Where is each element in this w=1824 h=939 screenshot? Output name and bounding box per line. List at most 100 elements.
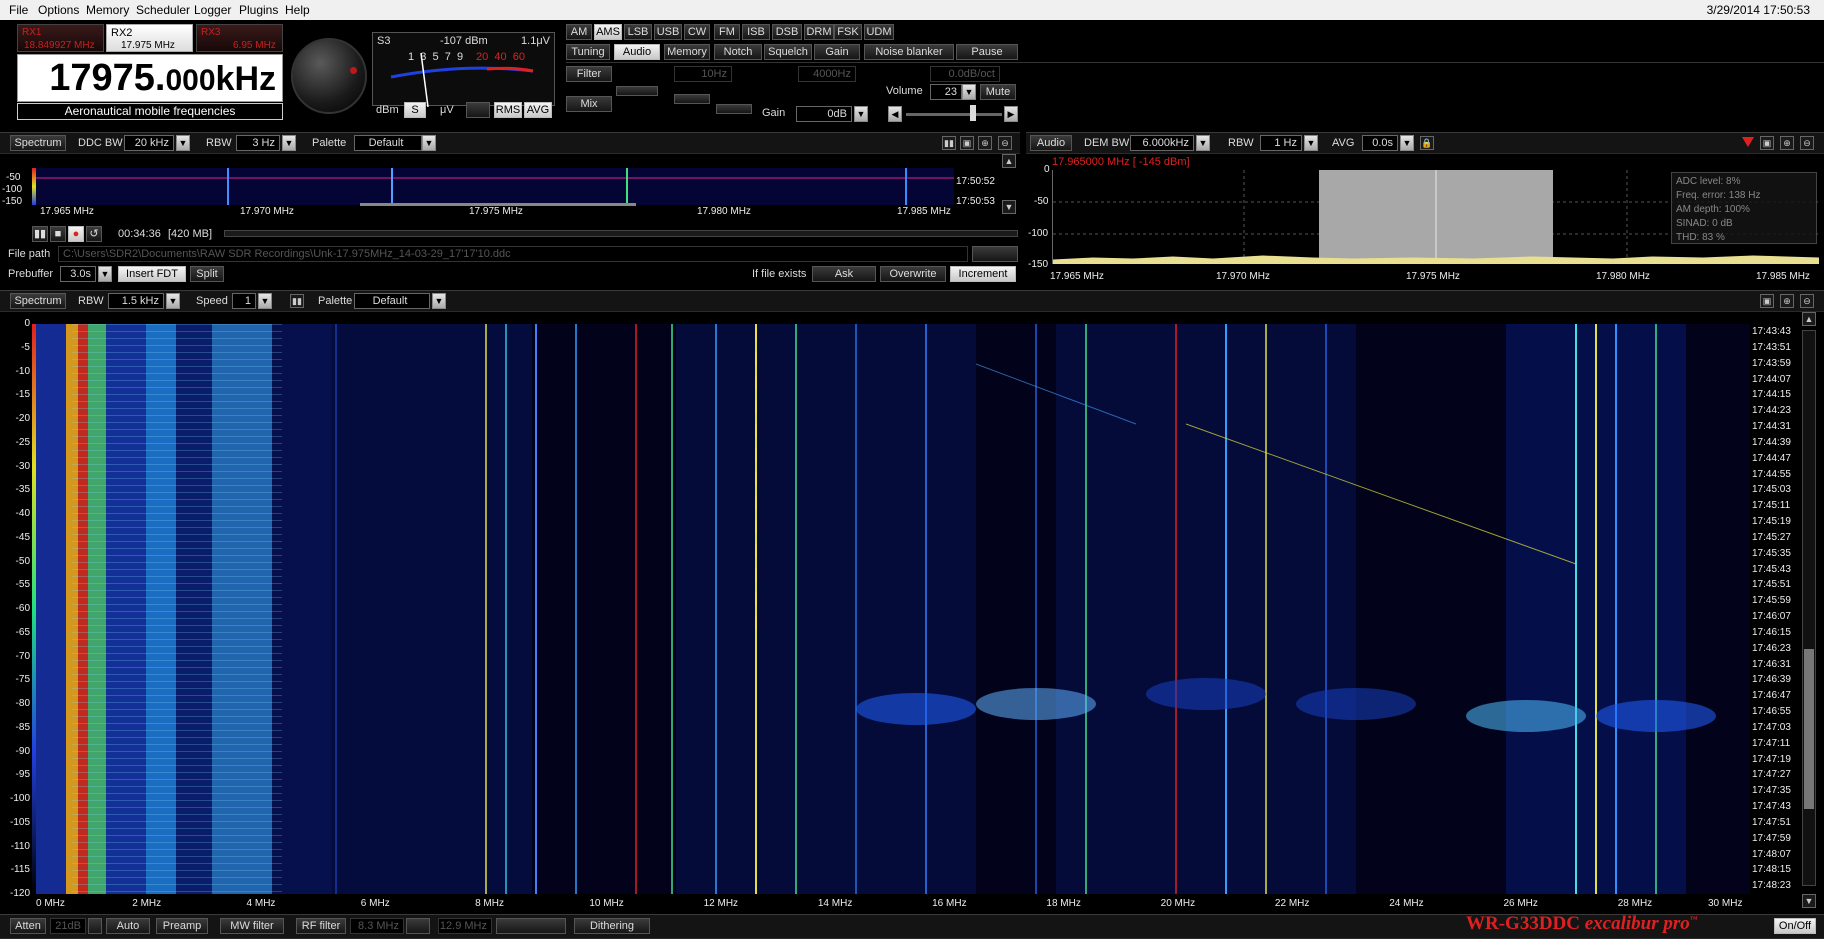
record-pause-button[interactable]: ▮▮: [32, 226, 48, 242]
audio-zoom-out-icon[interactable]: ⊖: [1800, 136, 1814, 150]
tab-tuning[interactable]: Tuning: [566, 44, 610, 60]
avg-input[interactable]: 0.0s: [1362, 135, 1398, 151]
rf-filter-high-dropdown[interactable]: [496, 918, 566, 934]
filter-preset-2[interactable]: [674, 94, 710, 104]
filter-button[interactable]: Filter: [566, 66, 612, 82]
zoom-in-icon[interactable]: ⊕: [978, 136, 992, 150]
atten-dropdown[interactable]: [88, 918, 102, 934]
browse-button[interactable]: [972, 246, 1018, 262]
rf-filter-low-input[interactable]: 8.3 MHz: [350, 918, 404, 934]
option-ask-button[interactable]: Ask: [812, 266, 876, 282]
atten-input[interactable]: 21dB: [50, 918, 86, 934]
filter-low-input[interactable]: 10Hz: [674, 66, 732, 82]
scroll-up-icon[interactable]: ▲: [1002, 154, 1016, 168]
ddc-palette-input[interactable]: Default: [354, 135, 422, 151]
wideband-scroll-up-icon[interactable]: ▲: [1802, 312, 1816, 326]
filter-slope-input[interactable]: 0.0dB/oct: [930, 66, 1000, 82]
wideband-scrollbar[interactable]: [1802, 330, 1816, 886]
ddc-rbw-dropdown[interactable]: ▼: [282, 135, 296, 151]
wideband-scroll-thumb[interactable]: [1804, 649, 1814, 809]
tab-memory[interactable]: Memory: [664, 44, 710, 60]
tab-notch[interactable]: Notch: [714, 44, 762, 60]
volume-right-button[interactable]: ▶: [1004, 106, 1018, 122]
volume-slider-thumb[interactable]: [970, 105, 976, 121]
unit-s-button[interactable]: S: [404, 102, 426, 118]
audio-rbw-input[interactable]: 1 Hz: [1260, 135, 1302, 151]
rf-filter-button[interactable]: RF filter: [296, 918, 346, 934]
mw-filter-button[interactable]: MW filter: [220, 918, 284, 934]
tab-gain[interactable]: Gain: [814, 44, 860, 60]
mode-fm[interactable]: FM: [714, 24, 740, 40]
option-overwrite-button[interactable]: Overwrite: [880, 266, 946, 282]
record-loop-button[interactable]: ↺: [86, 226, 102, 242]
mode-dsb[interactable]: DSB: [772, 24, 802, 40]
dem-bw-dropdown[interactable]: ▼: [1196, 135, 1210, 151]
frequency-display[interactable]: 17975.000kHz: [17, 54, 283, 102]
menu-scheduler[interactable]: Scheduler: [136, 3, 190, 17]
volume-slider-track[interactable]: [906, 113, 1002, 116]
rms-button[interactable]: RMS: [494, 102, 522, 118]
wideband-palette-input[interactable]: Default: [354, 293, 430, 309]
prebuffer-dropdown[interactable]: ▼: [98, 266, 112, 282]
menu-logger[interactable]: Logger: [194, 3, 231, 17]
pause-button[interactable]: Pause: [956, 44, 1018, 60]
mode-ams[interactable]: AMS: [594, 24, 622, 40]
pause-icon[interactable]: ▮▮: [942, 136, 956, 150]
volume-input[interactable]: 23: [930, 84, 962, 100]
atten-button[interactable]: Atten: [10, 918, 46, 934]
filter-preset-3[interactable]: [716, 104, 752, 114]
insert-fdt-button[interactable]: Insert FDT: [118, 266, 186, 282]
wideband-rbw-input[interactable]: 1.5 kHz: [108, 293, 164, 309]
filter-high-input[interactable]: 4000Hz: [798, 66, 856, 82]
gain-dropdown[interactable]: ▼: [854, 106, 868, 122]
menu-file[interactable]: File: [9, 3, 28, 17]
speed-dropdown[interactable]: ▼: [258, 293, 272, 309]
menu-plugins[interactable]: Plugins: [239, 3, 278, 17]
menu-options[interactable]: Options: [38, 3, 79, 17]
wideband-scroll-down-icon[interactable]: ▼: [1802, 894, 1816, 908]
lock-icon[interactable]: 🔒: [1420, 136, 1434, 150]
prebuffer-input[interactable]: 3.0s: [60, 266, 96, 282]
mute-button[interactable]: Mute: [980, 84, 1016, 100]
preamp-button[interactable]: Preamp: [156, 918, 208, 934]
volume-dropdown[interactable]: ▼: [962, 84, 976, 100]
wideband-zoom-in-icon[interactable]: ⊕: [1780, 294, 1794, 308]
ddc-waterfall[interactable]: [34, 168, 954, 205]
mode-lsb[interactable]: LSB: [624, 24, 652, 40]
wideband-zoom-out-icon[interactable]: ⊖: [1800, 294, 1814, 308]
auto-button[interactable]: Auto: [106, 918, 150, 934]
zoom-out-icon[interactable]: ⊖: [998, 136, 1012, 150]
mode-drm[interactable]: DRM: [804, 24, 834, 40]
option-increment-button[interactable]: Increment: [950, 266, 1016, 282]
menu-memory[interactable]: Memory: [86, 3, 129, 17]
rf-filter-low-dropdown[interactable]: [406, 918, 430, 934]
mode-udm[interactable]: UDM: [864, 24, 894, 40]
avg-dropdown[interactable]: ▼: [1400, 135, 1414, 151]
split-button[interactable]: Split: [190, 266, 224, 282]
audio-save-icon[interactable]: ▣: [1760, 136, 1774, 150]
wideband-pause-icon[interactable]: ▮▮: [290, 294, 304, 308]
scroll-down-icon[interactable]: ▼: [1002, 200, 1016, 214]
wideband-palette-dropdown[interactable]: ▼: [432, 293, 446, 309]
receiver-tab-rx2[interactable]: RX2 17.975 MHz: [106, 24, 193, 52]
gain-input[interactable]: 0dB: [796, 106, 852, 122]
meter-spare-button[interactable]: [466, 102, 490, 118]
mix-button[interactable]: Mix: [566, 96, 612, 112]
record-button[interactable]: ●: [68, 226, 84, 242]
record-stop-button[interactable]: ■: [50, 226, 66, 242]
record-progress-track[interactable]: [224, 230, 1018, 237]
volume-left-button[interactable]: ◀: [888, 106, 902, 122]
save-icon[interactable]: ▣: [960, 136, 974, 150]
tab-audio[interactable]: Audio: [614, 44, 660, 60]
unit-dbm[interactable]: dBm: [376, 104, 399, 116]
mode-isb[interactable]: ISB: [742, 24, 770, 40]
audio-spectrum-tab[interactable]: Audio: [1030, 135, 1072, 151]
dem-bw-input[interactable]: 6.000kHz: [1130, 135, 1194, 151]
mode-am[interactable]: AM: [566, 24, 592, 40]
audio-zoom-in-icon[interactable]: ⊕: [1780, 136, 1794, 150]
mode-usb[interactable]: USB: [654, 24, 682, 40]
speed-input[interactable]: 1: [232, 293, 256, 309]
mode-fsk[interactable]: FSK: [834, 24, 862, 40]
filter-preset-1[interactable]: [616, 86, 658, 96]
ddc-bw-input[interactable]: 20 kHz: [124, 135, 174, 151]
